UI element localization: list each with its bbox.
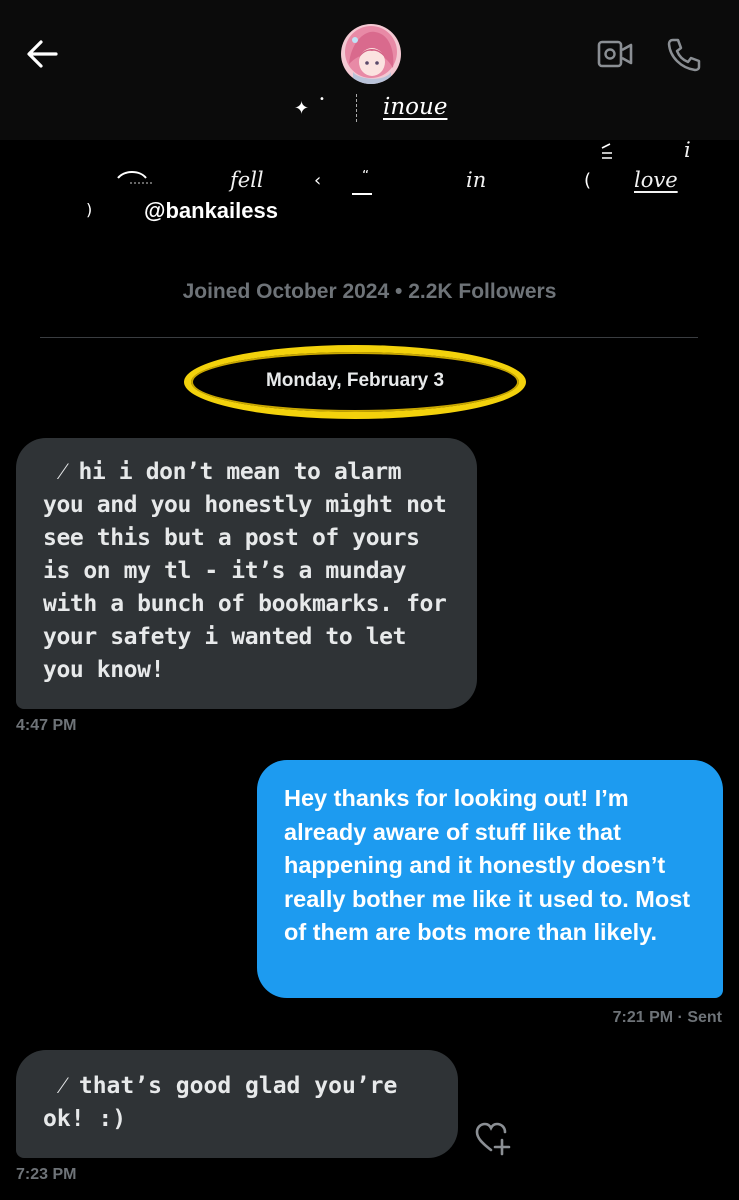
divider: [40, 337, 698, 338]
bio-word-love: love: [634, 168, 678, 192]
message-timestamp: 7:23 PM: [16, 1166, 77, 1183]
profile-joined-info: Joined October 2024 • 2.2K Followers: [182, 280, 557, 303]
quote-ornament-icon: “: [352, 170, 372, 195]
bio-word-in: in: [466, 168, 487, 192]
sparkle-dot-icon: •: [319, 94, 325, 105]
conversation-header: ✦ • inoue: [0, 0, 739, 140]
display-name: inoue: [383, 94, 448, 120]
sparkle-icon: ✦: [294, 98, 310, 119]
message-timestamp: 4:47 PM: [16, 717, 77, 734]
slash-ornament-icon: ⁄: [61, 1073, 65, 1099]
bracket-ornament-icon: ‹: [314, 170, 322, 191]
paren-ornament-icon: (: [584, 170, 592, 191]
accent-ornament-icon: [601, 143, 612, 159]
heart-plus-icon[interactable]: [474, 1120, 512, 1156]
phone-icon[interactable]: [664, 36, 702, 72]
profile-handle[interactable]: @bankailess: [144, 198, 278, 224]
avatar[interactable]: [341, 24, 401, 84]
decorative-divider: [356, 94, 357, 122]
slash-ornament-icon: ⁄: [61, 459, 65, 485]
paren-close-ornament-icon: ): [86, 200, 93, 219]
bio-word-fell: fell: [230, 168, 264, 192]
message-text: hi i don’t mean to alarm you and you hon…: [43, 459, 447, 683]
title-row[interactable]: ✦ • inoue: [0, 88, 739, 132]
message-text: that’s good glad you’re ok! :): [43, 1073, 398, 1132]
date-separator: Monday, February 3: [265, 370, 445, 391]
message-bubble-sent[interactable]: Hey thanks for looking out! I’m already …: [257, 760, 723, 998]
arc-ornament-icon: [117, 171, 154, 184]
message-text: Hey thanks for looking out! I’m already …: [284, 785, 691, 945]
message-bubble-received[interactable]: ⁄ that’s good glad you’re ok! :): [16, 1050, 458, 1158]
video-call-icon[interactable]: [596, 36, 634, 72]
message-bubble-received[interactable]: ⁄ hi i don’t mean to alarm you and you ho…: [16, 438, 477, 709]
bio-letter-i: i: [684, 138, 691, 162]
svg-text:“: “: [362, 170, 369, 184]
message-timestamp: 7:21 PM · Sent: [612, 1009, 722, 1026]
back-arrow-icon[interactable]: [22, 34, 62, 74]
